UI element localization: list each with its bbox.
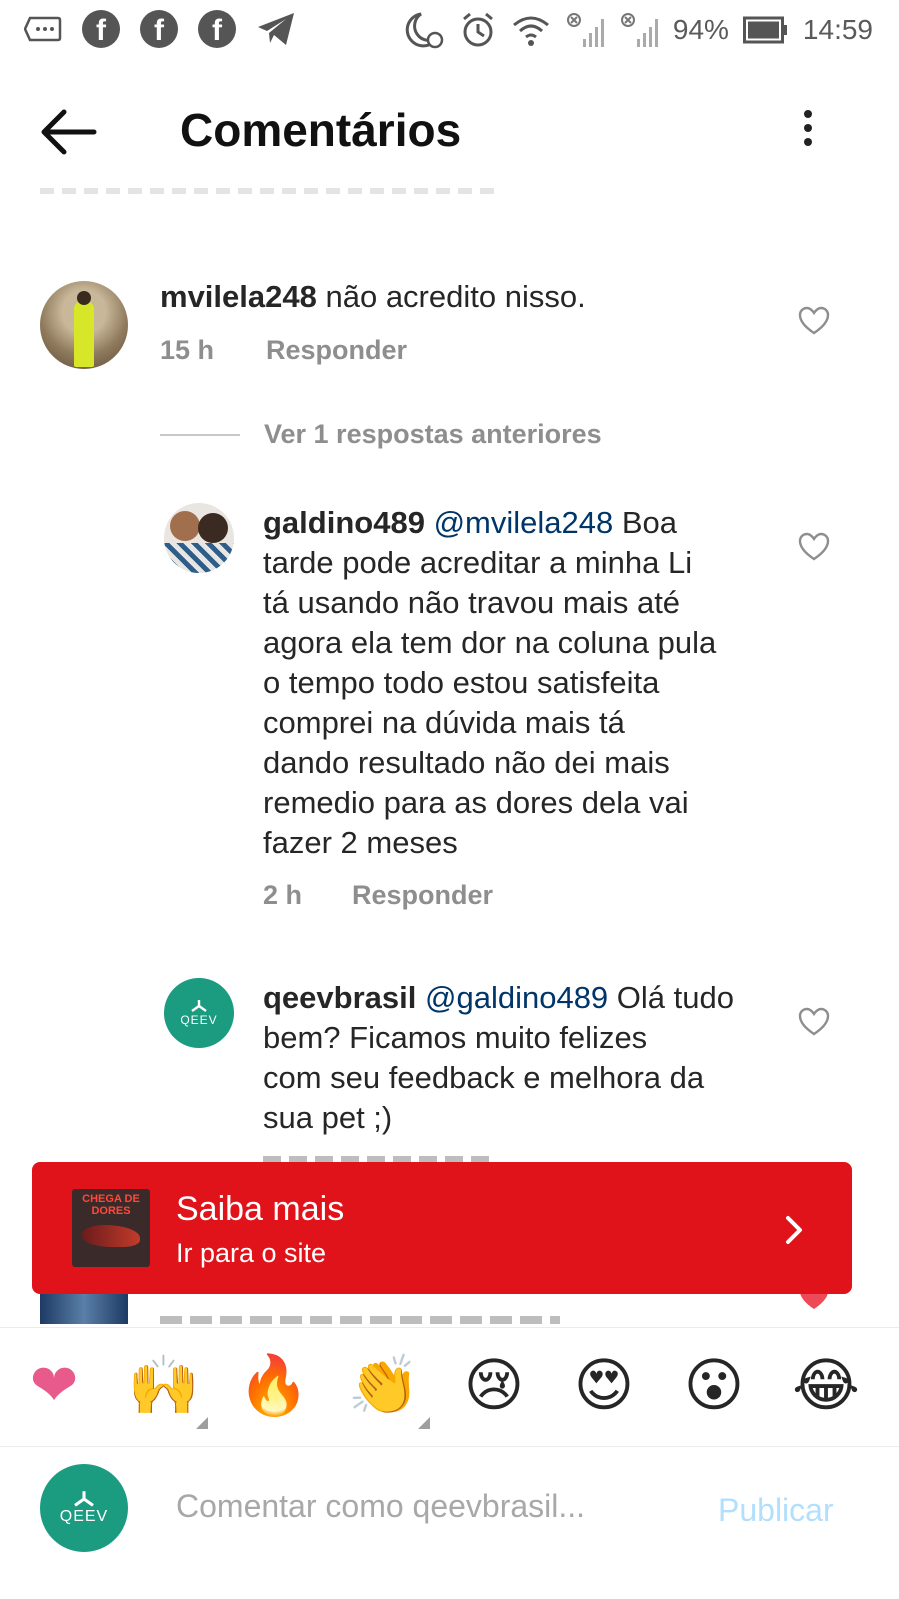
ad-thumbnail-text: CHEGA DE DORES <box>82 1193 140 1217</box>
reply-line: agora ela tem dor na coluna pula <box>263 625 717 660</box>
tears-of-joy-emoji[interactable]: 😂 <box>786 1352 866 1420</box>
mention-link[interactable]: @mvilela248 <box>434 505 614 540</box>
status-system: 94% 14:59 <box>403 10 873 50</box>
clapping-hands-emoji[interactable]: 👏 <box>344 1352 424 1420</box>
banner-title: Saiba mais <box>176 1190 345 1228</box>
qeev-logo-text: QEEV <box>180 1013 218 1027</box>
qeev-logo-text: QEEV <box>59 1508 109 1525</box>
facebook-icon: f <box>82 10 120 48</box>
moon-alarm-icon <box>405 12 444 49</box>
raising-hands-emoji[interactable]: 🙌 <box>124 1352 204 1420</box>
comment-input[interactable]: Comentar como qeevbrasil... <box>176 1488 585 1525</box>
comment-time: 15 h <box>160 335 215 365</box>
heart-icon[interactable] <box>798 306 830 336</box>
status-bar: f f f 94% 14:59 <box>0 0 899 64</box>
signal-icon <box>620 13 658 47</box>
more-vertical-icon <box>792 110 824 146</box>
banner-subtitle: Ir para o site <box>176 1238 327 1268</box>
heart-icon[interactable] <box>798 1007 830 1037</box>
battery-percent: 94% <box>672 14 729 45</box>
facebook-icon: f <box>198 10 236 48</box>
reply-line: o tempo todo estou satisfeita <box>263 665 660 700</box>
back-button[interactable] <box>36 104 100 160</box>
reply-line: qeevbrasil @galdino489 Olá tudo <box>263 978 783 1018</box>
page-title: Comentários <box>180 104 462 156</box>
reply-body: qeevbrasil @galdino489 Olá tudo bem? Fic… <box>263 978 783 1138</box>
status-notifications: f f f <box>24 10 296 48</box>
reply-line: dando resultado não dei mais <box>263 745 670 780</box>
publish-button[interactable]: Publicar <box>718 1492 834 1529</box>
heart-filled-icon[interactable] <box>798 1294 830 1312</box>
reply-text: Olá tudo <box>616 980 734 1015</box>
alarm-icon <box>462 12 493 47</box>
mention-link[interactable]: @galdino489 <box>425 980 608 1015</box>
clipped-meta <box>160 1316 560 1324</box>
facebook-icon: f <box>140 10 178 48</box>
avatar[interactable]: QEEV <box>164 978 234 1048</box>
signal-icon <box>566 13 604 47</box>
composer-avatar: QEEV <box>40 1464 128 1552</box>
crying-face-emoji[interactable]: 😢 <box>454 1352 534 1420</box>
view-previous-replies[interactable]: Ver 1 respostas anteriores <box>264 419 602 450</box>
clock: 14:59 <box>802 14 873 45</box>
ad-thumbnail: CHEGA DE DORES <box>72 1189 150 1267</box>
clipped-comment-text <box>40 188 500 194</box>
chevron-right-icon <box>786 1216 802 1244</box>
message-icon <box>24 16 62 42</box>
avatar[interactable] <box>40 281 128 369</box>
reply-line: com seu feedback e melhora da <box>263 1060 705 1095</box>
qeev-logo-icon <box>74 1491 94 1507</box>
comment-text: não acredito nisso. <box>325 279 586 314</box>
battery-icon <box>742 16 787 44</box>
qeev-logo-icon <box>191 1000 207 1012</box>
fire-emoji[interactable]: 🔥 <box>234 1352 314 1420</box>
comment-username[interactable]: galdino489 <box>263 505 425 540</box>
reply-button[interactable]: Responder <box>266 335 407 366</box>
reply-body: galdino489 @mvilela248 Boa tarde pode ac… <box>263 503 783 863</box>
heart-eyes-emoji[interactable]: 😍 <box>564 1352 644 1420</box>
reply-text: Boa <box>621 505 678 540</box>
reply-line: bem? Ficamos muito felizes <box>263 1020 648 1055</box>
comment-username[interactable]: mvilela248 <box>160 279 317 314</box>
divider-line <box>160 434 240 436</box>
avatar <box>40 1294 128 1324</box>
more-options-button[interactable] <box>792 104 824 160</box>
arrow-left-icon <box>41 109 97 155</box>
heart-icon[interactable] <box>798 532 830 562</box>
reply-line: tá usando não travou mais até <box>263 585 681 620</box>
reply-button[interactable]: Responder <box>352 880 493 911</box>
comment-body: mvilela248 não acredito nisso. <box>160 277 586 317</box>
reply-line: galdino489 @mvilela248 Boa <box>263 503 783 543</box>
comment-time: 2 h <box>263 880 303 910</box>
reply-line: tarde pode acreditar a minha Li <box>263 545 693 580</box>
telegram-icon <box>258 13 294 45</box>
wifi-icon <box>512 16 549 46</box>
reply-line: comprei na dúvida mais tá <box>263 705 625 740</box>
reply-line: sua pet ;) <box>263 1100 393 1135</box>
skin-tone-indicator-icon <box>196 1417 208 1429</box>
skin-tone-indicator-icon <box>418 1417 430 1429</box>
surprised-face-emoji[interactable]: 😮 <box>674 1352 754 1420</box>
reply-line: fazer 2 meses <box>263 825 458 860</box>
avatar[interactable] <box>164 503 234 573</box>
heart-emoji[interactable]: ❤ <box>14 1352 94 1420</box>
reply-line: remedio para as dores dela vai <box>263 785 689 820</box>
cta-banner[interactable] <box>32 1162 852 1294</box>
comment-username[interactable]: qeevbrasil <box>263 980 416 1015</box>
